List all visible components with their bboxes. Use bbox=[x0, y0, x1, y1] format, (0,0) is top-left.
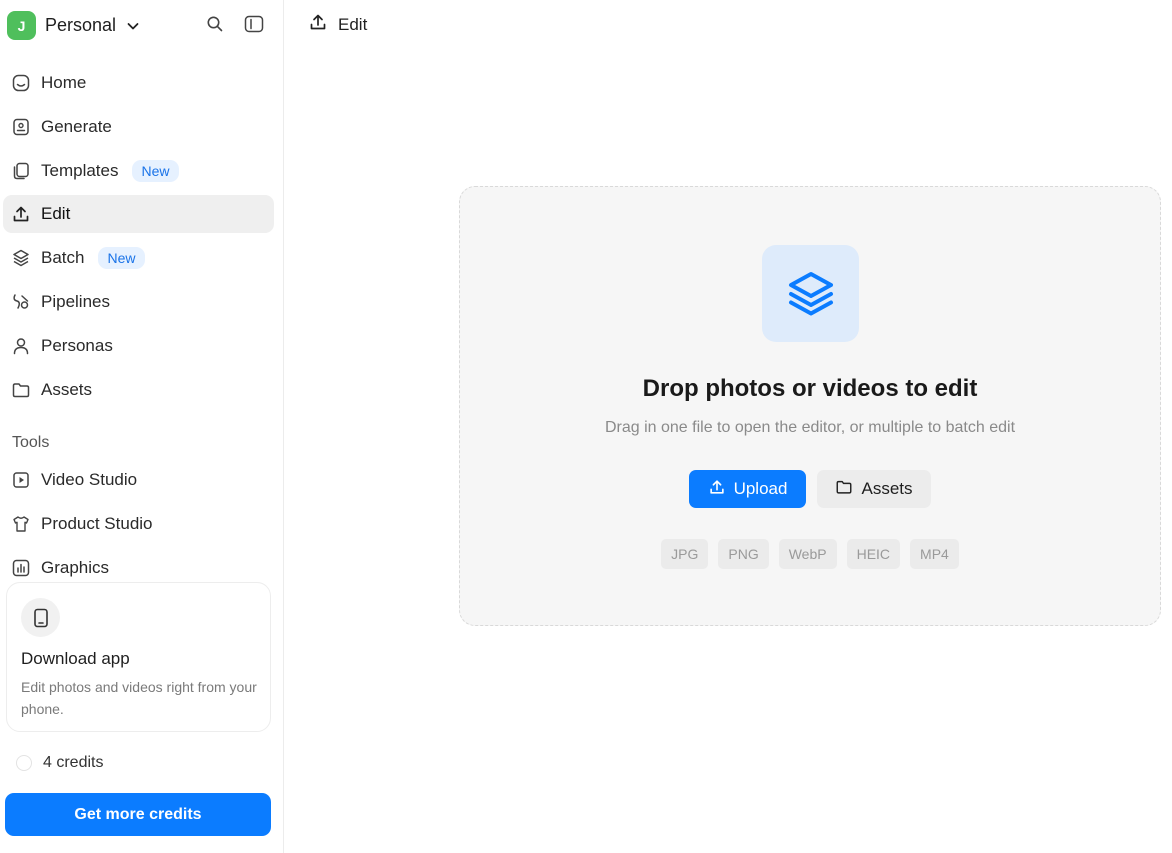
credits-ring-icon bbox=[16, 755, 32, 771]
nav-label-edit: Edit bbox=[41, 204, 71, 223]
video-icon bbox=[11, 470, 31, 490]
tools-heading: Tools bbox=[12, 434, 50, 451]
nav-item-assets[interactable]: Assets bbox=[3, 371, 274, 409]
drop-zone-subtitle: Drag in one file to open the editor, or … bbox=[604, 419, 1016, 436]
nav-item-generate[interactable]: Generate bbox=[3, 108, 274, 146]
nav-item-product-studio[interactable]: Product Studio bbox=[3, 505, 274, 543]
nav-label-generate: Generate bbox=[41, 117, 112, 136]
avatar: J bbox=[7, 11, 36, 40]
nav-item-templates[interactable]: Templates New bbox=[3, 152, 274, 190]
new-badge: New bbox=[98, 247, 145, 269]
nav-label-assets: Assets bbox=[41, 380, 93, 399]
layers-icon bbox=[11, 248, 31, 268]
workspace-switcher[interactable]: J Personal bbox=[7, 11, 141, 40]
bar-chart-icon bbox=[11, 558, 31, 578]
nav-label-pipelines: Pipelines bbox=[41, 292, 110, 311]
format-chip: PNG bbox=[718, 539, 769, 569]
sidebar-toggle-icon[interactable] bbox=[243, 13, 265, 35]
drop-zone[interactable]: Drop photos or videos to edit Drag in on… bbox=[459, 186, 1161, 626]
nav-label-batch: Batch bbox=[41, 248, 85, 267]
nav-label-graphics: Graphics bbox=[41, 558, 110, 577]
drop-zone-title: Drop photos or videos to edit bbox=[642, 375, 978, 402]
home-icon bbox=[11, 73, 31, 93]
credits-label: 4 credits bbox=[43, 754, 104, 771]
nav-item-batch[interactable]: Batch New bbox=[3, 239, 274, 277]
upload-icon bbox=[11, 204, 31, 224]
pipelines-icon bbox=[11, 292, 31, 312]
nav-item-edit[interactable]: Edit bbox=[3, 195, 274, 233]
nav-item-video-studio[interactable]: Video Studio bbox=[3, 461, 274, 499]
shirt-icon bbox=[11, 514, 31, 534]
credits-indicator: 4 credits bbox=[16, 754, 103, 772]
upload-button[interactable]: Upload bbox=[689, 470, 806, 508]
generate-icon bbox=[11, 117, 31, 137]
format-chip: JPG bbox=[661, 539, 709, 569]
get-more-credits-button[interactable]: Get more credits bbox=[5, 793, 271, 836]
format-chip: MP4 bbox=[910, 539, 959, 569]
upload-icon bbox=[708, 478, 726, 501]
download-app-text: Edit photos and videos right from your p… bbox=[21, 679, 257, 717]
nav-label-product-studio: Product Studio bbox=[41, 514, 153, 533]
search-icon[interactable] bbox=[204, 13, 226, 35]
page-title: Edit bbox=[338, 14, 368, 34]
nav-item-home[interactable]: Home bbox=[3, 64, 274, 102]
upload-icon bbox=[308, 12, 328, 37]
nav-item-pipelines[interactable]: Pipelines bbox=[3, 283, 274, 321]
upload-button-label: Upload bbox=[733, 479, 788, 498]
nav-label-personas: Personas bbox=[41, 336, 113, 355]
layers-icon bbox=[762, 245, 859, 342]
workspace-name: Personal bbox=[45, 15, 117, 35]
phone-icon bbox=[21, 598, 60, 637]
assets-button-label: Assets bbox=[861, 479, 913, 498]
download-app-card[interactable]: Download app Edit photos and videos righ… bbox=[6, 582, 271, 732]
format-chip: WebP bbox=[778, 539, 837, 569]
page-header: Edit bbox=[308, 12, 367, 37]
chevron-down-icon bbox=[127, 22, 139, 29]
folder-icon bbox=[11, 380, 31, 400]
person-icon bbox=[11, 336, 31, 356]
new-badge: New bbox=[132, 160, 179, 182]
sidebar: J Personal Home Generate Templates New E… bbox=[0, 0, 284, 853]
nav-label-video-studio: Video Studio bbox=[41, 470, 138, 489]
templates-icon bbox=[11, 161, 31, 181]
nav-item-personas[interactable]: Personas bbox=[3, 327, 274, 365]
nav-label-templates: Templates bbox=[41, 161, 119, 180]
folder-icon bbox=[835, 478, 853, 501]
download-app-title: Download app bbox=[21, 649, 130, 668]
assets-button[interactable]: Assets bbox=[817, 470, 931, 508]
nav-label-home: Home bbox=[41, 73, 87, 92]
format-chip: HEIC bbox=[846, 539, 901, 569]
supported-formats: JPG PNG WebP HEIC MP4 bbox=[460, 539, 1160, 569]
